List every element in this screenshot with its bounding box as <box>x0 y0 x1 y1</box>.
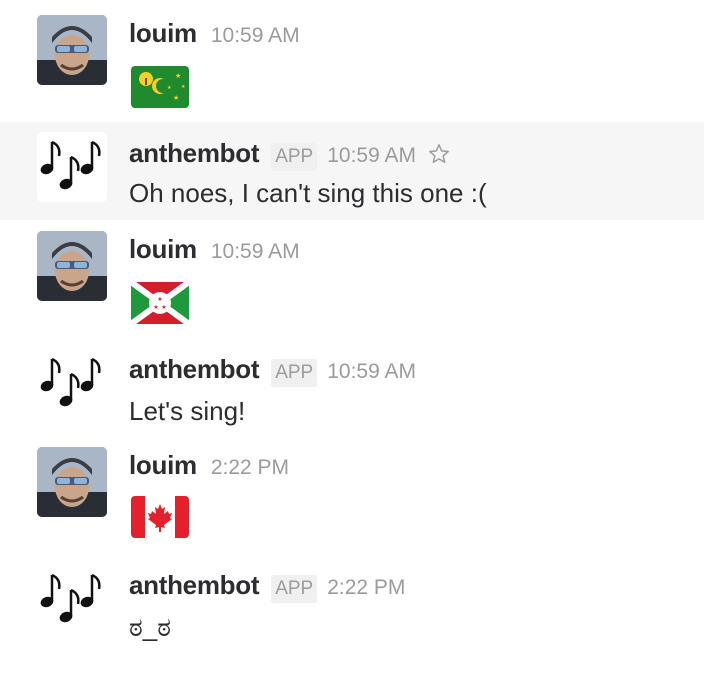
app-badge: APP <box>271 575 318 603</box>
app-badge: APP <box>271 359 318 387</box>
timestamp[interactable]: 2:22 PM <box>211 456 289 480</box>
message-item: anthembot APP 10:59 AM Oh noes, I can't … <box>0 122 704 220</box>
svg-text:★: ★ <box>167 85 172 91</box>
bot-avatar[interactable] <box>37 565 107 635</box>
music-notes-icon <box>40 357 101 407</box>
app-badge: APP <box>271 143 318 171</box>
message-header: louim 10:59 AM <box>129 234 300 265</box>
svg-text:★: ★ <box>161 304 166 311</box>
author-name[interactable]: anthembot <box>129 138 259 169</box>
star-icon[interactable] <box>428 143 450 165</box>
message-item: anthembot APP 10:59 AM Let's sing! <box>0 340 704 438</box>
message-header: anthembot APP 10:59 AM <box>129 138 450 171</box>
svg-text:★: ★ <box>181 84 186 90</box>
message-header: anthembot APP 2:22 PM <box>129 570 405 603</box>
timestamp[interactable]: 10:59 AM <box>211 24 300 48</box>
music-notes-icon <box>40 140 101 190</box>
author-name[interactable]: louim <box>129 450 197 481</box>
message-text: Let's sing! <box>129 396 246 426</box>
svg-text:★: ★ <box>173 94 179 102</box>
user-avatar[interactable] <box>37 447 107 517</box>
timestamp[interactable]: 2:22 PM <box>327 576 405 600</box>
message-header: louim 2:22 PM <box>129 450 289 481</box>
message-text: Oh noes, I can't sing this one :( <box>129 178 487 208</box>
timestamp[interactable]: 10:59 AM <box>327 360 416 384</box>
timestamp[interactable]: 10:59 AM <box>327 144 416 168</box>
burundi-flag-icon[interactable]: ★ ★ ★ <box>131 282 189 324</box>
author-name[interactable]: louim <box>129 18 197 49</box>
user-avatar[interactable] <box>37 15 107 85</box>
author-name[interactable]: louim <box>129 234 197 265</box>
svg-text:★: ★ <box>153 304 158 311</box>
message-item: louim 10:59 AM ★ ★ ★ <box>0 222 704 334</box>
svg-text:★: ★ <box>157 296 162 303</box>
message-item: anthembot APP 2:22 PM ಠ_ಠ <box>0 556 704 666</box>
svg-text:★: ★ <box>175 72 181 80</box>
user-avatar[interactable] <box>37 231 107 301</box>
message-item: louim 10:59 AM ★ ★ ★ ★ <box>0 0 704 118</box>
bot-avatar[interactable] <box>37 132 107 202</box>
message-header: louim 10:59 AM <box>129 18 300 49</box>
bot-avatar[interactable] <box>37 349 107 419</box>
cocos-islands-flag-icon[interactable]: ★ ★ ★ ★ <box>131 66 189 108</box>
author-name[interactable]: anthembot <box>129 354 259 385</box>
message-item: louim 2:22 PM <box>0 438 704 552</box>
message-text: ಠ_ಠ <box>129 612 171 642</box>
canada-flag-icon[interactable] <box>131 496 189 538</box>
music-notes-icon <box>40 573 101 623</box>
author-name[interactable]: anthembot <box>129 570 259 601</box>
timestamp[interactable]: 10:59 AM <box>211 240 300 264</box>
message-header: anthembot APP 10:59 AM <box>129 354 416 387</box>
